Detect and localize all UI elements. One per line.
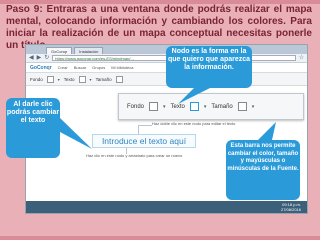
node-hint-top: Haz doble clic en este nodo para editar …	[152, 121, 236, 126]
toolbar-fondo-swatch[interactable]	[46, 75, 54, 83]
app-logo[interactable]: GoConqr	[30, 65, 52, 71]
zoom-fondo-swatch[interactable]	[149, 102, 159, 111]
browser-tab-goconqr[interactable]: GoConqr	[46, 47, 73, 54]
app-menu-buscar[interactable]: Buscar	[74, 65, 86, 70]
zoom-texto-dropdown[interactable]: ▾	[204, 104, 207, 110]
app-menu-crear[interactable]: Crear	[58, 65, 68, 70]
reload-icon[interactable]: ↻	[44, 55, 49, 61]
toolbar-texto-swatch[interactable]	[78, 75, 86, 83]
callout-texto: Al darle clic podrás cambiar el texto	[6, 98, 60, 158]
zoom-fondo-label: Fondo	[127, 103, 145, 110]
taskbar-clock: 09:18 p.m. 27/08/2016	[281, 202, 301, 212]
callout-nodo: Nodo es la forma en la que quiero que ap…	[166, 46, 252, 88]
browser-tab-instalacion[interactable]: Instalación	[74, 47, 104, 54]
toolbar-fondo-dropdown[interactable]: ▾	[58, 77, 60, 82]
app-menu-grupos[interactable]: Grupos	[92, 65, 105, 70]
callout-barra: Esta barra nos permite cambiar el color,…	[226, 140, 300, 200]
app-menu-biblioteca[interactable]: Mi biblioteca	[111, 65, 133, 70]
zoom-texto-swatch[interactable]	[189, 102, 199, 111]
zoom-tamano-swatch[interactable]	[237, 102, 247, 111]
back-arrow-icon[interactable]: ◀	[29, 55, 34, 61]
toolbar-tamano-label: Tamaño	[95, 76, 112, 82]
zoom-tamano-label: Tamaño	[211, 103, 233, 110]
toolbar-texto-label: Texto	[63, 76, 75, 82]
zoom-tamano-dropdown[interactable]: ▾	[252, 104, 255, 110]
toolbar-tamano-swatch[interactable]	[115, 75, 123, 83]
forward-arrow-icon[interactable]: ▶	[37, 55, 42, 61]
star-icon[interactable]: ☆	[299, 55, 304, 61]
toolbar-zoom-inset: Fondo ▾ Texto ▾ Tamaño ▾	[118, 93, 304, 120]
clock-date: 27/08/2016	[280, 207, 301, 212]
connector-line	[138, 125, 152, 126]
node-hint-bottom: Haz clic en este nodo y arrástralo para …	[86, 153, 183, 158]
zoom-texto-label: Texto	[170, 103, 185, 110]
bottom-stripe	[0, 236, 320, 240]
central-node[interactable]: Introduce el texto aquí	[92, 134, 196, 148]
zoom-fondo-dropdown[interactable]: ▾	[163, 104, 166, 110]
toolbar-texto-dropdown[interactable]: ▾	[90, 77, 92, 82]
toolbar-fondo-label: Fondo	[30, 76, 43, 82]
taskbar: 09:18 p.m. 27/08/2016	[26, 201, 307, 213]
